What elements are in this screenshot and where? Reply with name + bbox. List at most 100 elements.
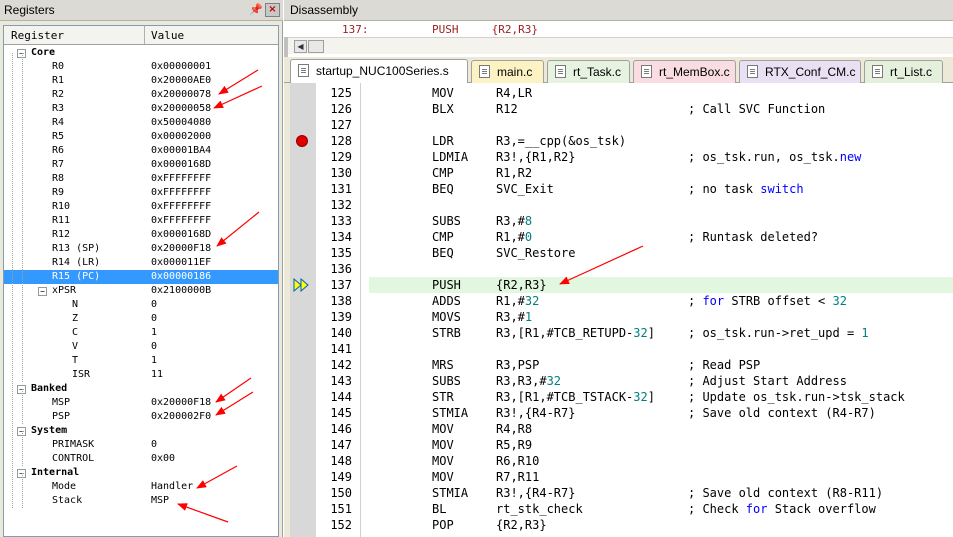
register-row-r6[interactable]: R6 0x00001BA4: [4, 144, 278, 158]
register-row-r12[interactable]: R12 0x0000168D: [4, 228, 278, 242]
register-row-r10[interactable]: R10 0xFFFFFFFF: [4, 200, 278, 214]
code-line-125[interactable]: 125 MOV R4,LR: [284, 85, 953, 101]
register-value[interactable]: 0xFFFFFFFF: [151, 172, 211, 186]
code-line-142[interactable]: 142 MRS R3,PSP ; Read PSP: [284, 357, 953, 373]
register-value[interactable]: 0x20000058: [151, 102, 211, 116]
code-line-147[interactable]: 147 MOV R5,R9: [284, 437, 953, 453]
register-value[interactable]: 0x20000078: [151, 88, 211, 102]
register-row-r9[interactable]: R9 0xFFFFFFFF: [4, 186, 278, 200]
code-line-150[interactable]: 150 STMIA R3!,{R4-R7} ; Save old context (R…: [284, 485, 953, 501]
code-line-136[interactable]: 136: [284, 261, 953, 277]
register-value[interactable]: 0x000011EF: [151, 256, 211, 270]
tab-startup-nuc100series-s[interactable]: startup_NUC100Series.s: [290, 59, 468, 84]
register-row-r3[interactable]: R3 0x20000058: [4, 102, 278, 116]
code-line-140[interactable]: 140 STRB R3,[R1,#TCB_RETUPD-32] ; os_tsk.ru…: [284, 325, 953, 341]
register-row-r11[interactable]: R11 0xFFFFFFFF: [4, 214, 278, 228]
register-value[interactable]: 0x00000186: [151, 270, 211, 284]
register-row-r14-lr[interactable]: R14 (LR) 0x000011EF: [4, 256, 278, 270]
register-value[interactable]: 0xFFFFFFFF: [151, 186, 211, 200]
register-value[interactable]: Handler: [151, 480, 193, 494]
code-line-131[interactable]: 131 BEQ SVC_Exit ; no task switch: [284, 181, 953, 197]
code-line-146[interactable]: 146 MOV R4,R8: [284, 421, 953, 437]
tree-toggle-icon[interactable]: −: [38, 287, 47, 296]
register-value[interactable]: 0x0000168D: [151, 158, 211, 172]
register-value[interactable]: 0x50004080: [151, 116, 211, 130]
register-value[interactable]: 0x2100000B: [151, 284, 211, 298]
register-row-r2[interactable]: R2 0x20000078: [4, 88, 278, 102]
register-value[interactable]: 0x00002000: [151, 130, 211, 144]
flag-row-z[interactable]: Z0: [4, 312, 278, 326]
disassembly-line[interactable]: 137: PUSH {R2,R3}: [284, 21, 953, 37]
flag-row-isr[interactable]: ISR 11: [4, 368, 278, 382]
register-value[interactable]: 0x00001BA4: [151, 144, 211, 158]
code-line-127[interactable]: 127: [284, 117, 953, 133]
code-line-138[interactable]: 138 ADDS R1,#32 ; for STRB offset < 32: [284, 293, 953, 309]
code-line-128[interactable]: 128 LDR R3,=__cpp(&os_tsk): [284, 133, 953, 149]
code-line-141[interactable]: 141: [284, 341, 953, 357]
pin-icon[interactable]: 📌: [249, 3, 263, 16]
code-line-126[interactable]: 126 BLX R12 ; Call SVC Function: [284, 101, 953, 117]
scroll-thumb[interactable]: [308, 40, 324, 53]
flag-row-n[interactable]: N0: [4, 298, 278, 312]
register-value[interactable]: 0: [151, 298, 157, 312]
register-value[interactable]: 0xFFFFFFFF: [151, 214, 211, 228]
register-value[interactable]: 0x00: [151, 452, 175, 466]
register-value[interactable]: 0x0000168D: [151, 228, 211, 242]
code-line-132[interactable]: 132: [284, 197, 953, 213]
register-row-r7[interactable]: R7 0x0000168D: [4, 158, 278, 172]
register-value[interactable]: 11: [151, 368, 163, 382]
tab-rt-list-c[interactable]: rt_List.c: [864, 60, 943, 83]
register-row-r4[interactable]: R4 0x50004080: [4, 116, 278, 130]
register-value[interactable]: 0x00000001: [151, 60, 211, 74]
register-row-r5[interactable]: R5 0x00002000: [4, 130, 278, 144]
code-line-139[interactable]: 139 MOVS R3,#1: [284, 309, 953, 325]
code-line-135[interactable]: 135 BEQ SVC_Restore: [284, 245, 953, 261]
code-editor[interactable]: 125 MOV R4,LR 126 BLX R12; Call SVC Function 1…: [284, 83, 953, 537]
register-row-msp[interactable]: MSP 0x20000F18: [4, 396, 278, 410]
register-value[interactable]: 0: [151, 312, 157, 326]
column-header-value[interactable]: Value: [151, 29, 184, 42]
code-line-144[interactable]: 144 STR R3,[R1,#TCB_TSTACK-32] ; Update os_…: [284, 389, 953, 405]
code-line-133[interactable]: 133 SUBS R3,#8: [284, 213, 953, 229]
flag-row-v[interactable]: V0: [4, 340, 278, 354]
register-value[interactable]: 0: [151, 340, 157, 354]
code-line-130[interactable]: 130 CMP R1,R2: [284, 165, 953, 181]
register-row-r15-pc[interactable]: R15 (PC) 0x00000186: [4, 270, 278, 284]
register-value[interactable]: 0x200002F0: [151, 410, 211, 424]
register-row-r13-sp[interactable]: R13 (SP) 0x20000F18: [4, 242, 278, 256]
register-value[interactable]: 1: [151, 326, 157, 340]
register-value[interactable]: 0x20000F18: [151, 242, 211, 256]
group-core[interactable]: − Core: [4, 46, 278, 60]
breakpoint-icon[interactable]: [296, 135, 308, 147]
register-value[interactable]: MSP: [151, 494, 169, 508]
group-system[interactable]: − System: [4, 424, 278, 438]
tab-rt-task-c[interactable]: rt_Task.c: [547, 60, 630, 83]
register-value[interactable]: 0: [151, 438, 157, 452]
code-line-137[interactable]: 137 PUSH {R2,R3}: [284, 277, 953, 293]
close-icon[interactable]: ×: [265, 3, 280, 17]
group-banked[interactable]: − Banked: [4, 382, 278, 396]
code-line-145[interactable]: 145 STMIA R3!,{R4-R7} ; Save old context (R…: [284, 405, 953, 421]
register-row-r8[interactable]: R8 0xFFFFFFFF: [4, 172, 278, 186]
code-line-152[interactable]: 152 POP {R2,R3}: [284, 517, 953, 533]
code-line-148[interactable]: 148 MOV R6,R10: [284, 453, 953, 469]
register-value[interactable]: 0x20000AE0: [151, 74, 211, 88]
register-row-primask[interactable]: PRIMASK 0: [4, 438, 278, 452]
column-divider[interactable]: [144, 26, 145, 44]
register-row-xpsr[interactable]: − xPSR 0x2100000B: [4, 284, 278, 298]
register-row-psp[interactable]: PSP 0x200002F0: [4, 410, 278, 424]
code-line-143[interactable]: 143 SUBS R3,R3,#32 ; Adjust Start Address: [284, 373, 953, 389]
scroll-left-icon[interactable]: ◀: [294, 40, 307, 53]
tab-rtx-conf-cm-c[interactable]: RTX_Conf_CM.c: [739, 60, 861, 83]
register-row-mode[interactable]: Mode Handler: [4, 480, 278, 494]
register-value[interactable]: 0xFFFFFFFF: [151, 200, 211, 214]
register-row-control[interactable]: CONTROL 0x00: [4, 452, 278, 466]
disassembly-hscrollbar[interactable]: ◀: [288, 37, 953, 54]
group-internal[interactable]: − Internal: [4, 466, 278, 480]
tab-rt-membox-c[interactable]: rt_MemBox.c: [633, 60, 736, 83]
code-line-151[interactable]: 151 BL rt_stk_check ; Check for Stack overf…: [284, 501, 953, 517]
column-header-register[interactable]: Register: [11, 29, 64, 42]
register-value[interactable]: 0x20000F18: [151, 396, 211, 410]
code-line-134[interactable]: 134 CMP R1,#0 ; Runtask deleted?: [284, 229, 953, 245]
register-row-r0[interactable]: R0 0x00000001: [4, 60, 278, 74]
